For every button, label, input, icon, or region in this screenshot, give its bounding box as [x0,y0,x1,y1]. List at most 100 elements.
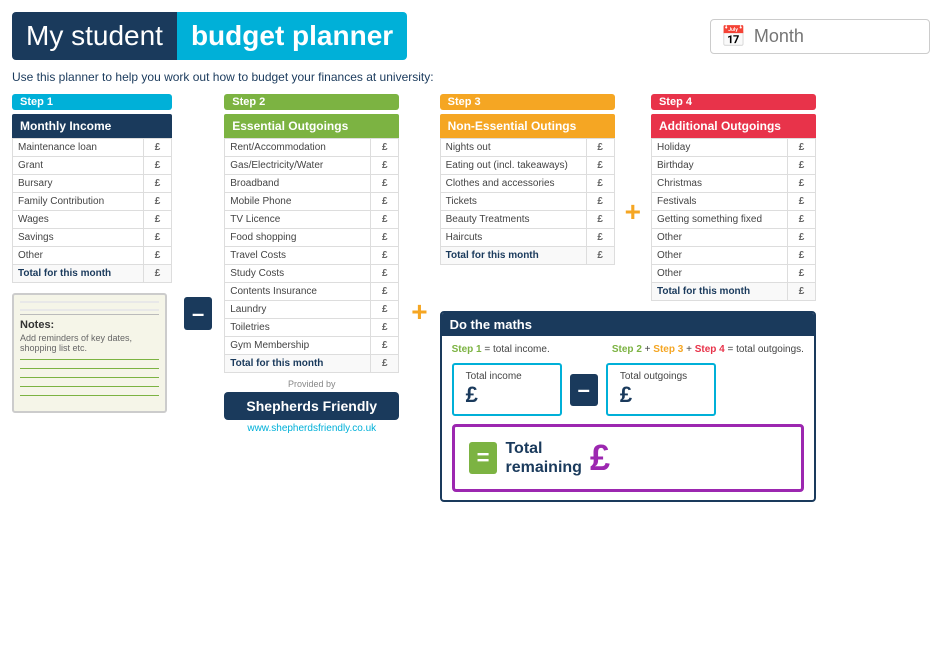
title-my: My student [12,12,177,60]
step4-ref: Step 4 [695,344,725,355]
row-value[interactable]: £ [586,157,614,175]
table-row: Holiday£ [651,139,815,157]
row-value[interactable]: £ [787,157,815,175]
table-row: Rent/Accommodation£ [225,139,399,157]
row-value[interactable]: £ [787,283,815,301]
row-value[interactable]: £ [787,139,815,157]
month-input[interactable] [754,26,914,47]
row-value[interactable]: £ [371,337,399,355]
shepherds-url: www.shepherdsfriendly.co.uk [224,423,399,434]
total-remaining-label-1: Total [505,439,581,458]
month-input-wrap[interactable]: 📅 [710,19,930,54]
plus-operator-1: + [407,296,431,328]
row-value[interactable]: £ [144,265,172,283]
step4-badge: Step 4 [651,94,816,110]
row-value[interactable]: £ [787,211,815,229]
row-label: Haircuts [440,229,586,247]
table-row: Toiletries£ [225,319,399,337]
row-value[interactable]: £ [371,247,399,265]
table-row: Family Contribution£ [13,193,172,211]
row-value[interactable]: £ [586,229,614,247]
row-value[interactable]: £ [371,283,399,301]
row-value[interactable]: £ [144,247,172,265]
total-remaining-label-2: remaining [505,458,581,477]
shepherds-brand: Shepherds Friendly [224,392,399,420]
step3-table: Nights out£Eating out (incl. takeaways)£… [440,138,615,265]
maths-desc: Step 1 = total income. Step 2 + Step 3 +… [452,344,804,355]
row-value[interactable]: £ [371,265,399,283]
step3-header: Non-Essential Outings [440,114,615,138]
row-label: Rent/Accommodation [225,139,371,157]
row-value[interactable]: £ [371,355,399,373]
table-row: Total for this month£ [13,265,172,283]
step3-ref: Step 3 [653,344,683,355]
maths-desc-2: Step 2 + Step 3 + Step 4 = total outgoin… [612,344,804,355]
row-label: Mobile Phone [225,193,371,211]
total-remaining-box: = Total remaining £ [452,424,804,492]
table-row: Wages£ [13,211,172,229]
row-value[interactable]: £ [586,247,614,265]
table-row: Other£ [651,247,815,265]
row-label: Christmas [651,175,787,193]
row-label: Getting something fixed [651,211,787,229]
table-row: Travel Costs£ [225,247,399,265]
row-value[interactable]: £ [144,139,172,157]
row-value[interactable]: £ [787,175,815,193]
row-label: Other [651,265,787,283]
row-label: Other [651,229,787,247]
table-row: Getting something fixed£ [651,211,815,229]
row-value[interactable]: £ [371,319,399,337]
row-value[interactable]: £ [144,211,172,229]
row-label: Nights out [440,139,586,157]
notes-section: Notes: Add reminders of key dates, shopp… [12,293,167,413]
step2-badge: Step 2 [224,94,399,110]
row-value[interactable]: £ [371,301,399,319]
row-value[interactable]: £ [371,193,399,211]
table-row: Total for this month£ [651,283,815,301]
row-value[interactable]: £ [787,265,815,283]
notes-line-4 [20,386,159,387]
row-value[interactable]: £ [586,139,614,157]
maths-desc-1-text: = total income. [484,344,549,355]
step1-col: Step 1 Monthly Income Maintenance loan£G… [12,94,172,413]
minus-operator: – [180,296,216,328]
row-value[interactable]: £ [144,175,172,193]
table-row: Nights out£ [440,139,614,157]
table-row: Maintenance loan£ [13,139,172,157]
row-value[interactable]: £ [787,229,815,247]
table-row: Bursary£ [13,175,172,193]
row-value[interactable]: £ [371,139,399,157]
maths-header: Do the maths [442,313,814,336]
row-label: Total for this month [13,265,144,283]
table-row: TV Licence£ [225,211,399,229]
calendar-icon: 📅 [721,24,746,49]
total-income-box: Total income £ [452,363,562,416]
row-value[interactable]: £ [787,247,815,265]
step3-col: Step 3 Non-Essential Outings Nights out£… [440,94,615,265]
table-row: Haircuts£ [440,229,614,247]
table-row: Grant£ [13,157,172,175]
row-label: Travel Costs [225,247,371,265]
total-remaining-label: Total remaining [505,439,581,477]
row-value[interactable]: £ [144,229,172,247]
step1-ref: Step 1 [452,344,482,355]
row-value[interactable]: £ [144,193,172,211]
row-value[interactable]: £ [586,193,614,211]
notes-line-5 [20,395,159,396]
notes-top-lines [20,301,159,315]
row-value[interactable]: £ [787,193,815,211]
row-label: Savings [13,229,144,247]
row-value[interactable]: £ [144,157,172,175]
row-value[interactable]: £ [371,175,399,193]
row-label: Laundry [225,301,371,319]
row-value[interactable]: £ [371,229,399,247]
total-outgoings-box: Total outgoings £ [606,363,716,416]
row-value[interactable]: £ [586,175,614,193]
step4-col: Step 4 Additional Outgoings Holiday£Birt… [651,94,816,301]
row-value[interactable]: £ [371,211,399,229]
table-row: Eating out (incl. takeaways)£ [440,157,614,175]
step3-badge: Step 3 [440,94,615,110]
step1-table: Maintenance loan£Grant£Bursary£Family Co… [12,138,172,283]
row-value[interactable]: £ [586,211,614,229]
row-value[interactable]: £ [371,157,399,175]
